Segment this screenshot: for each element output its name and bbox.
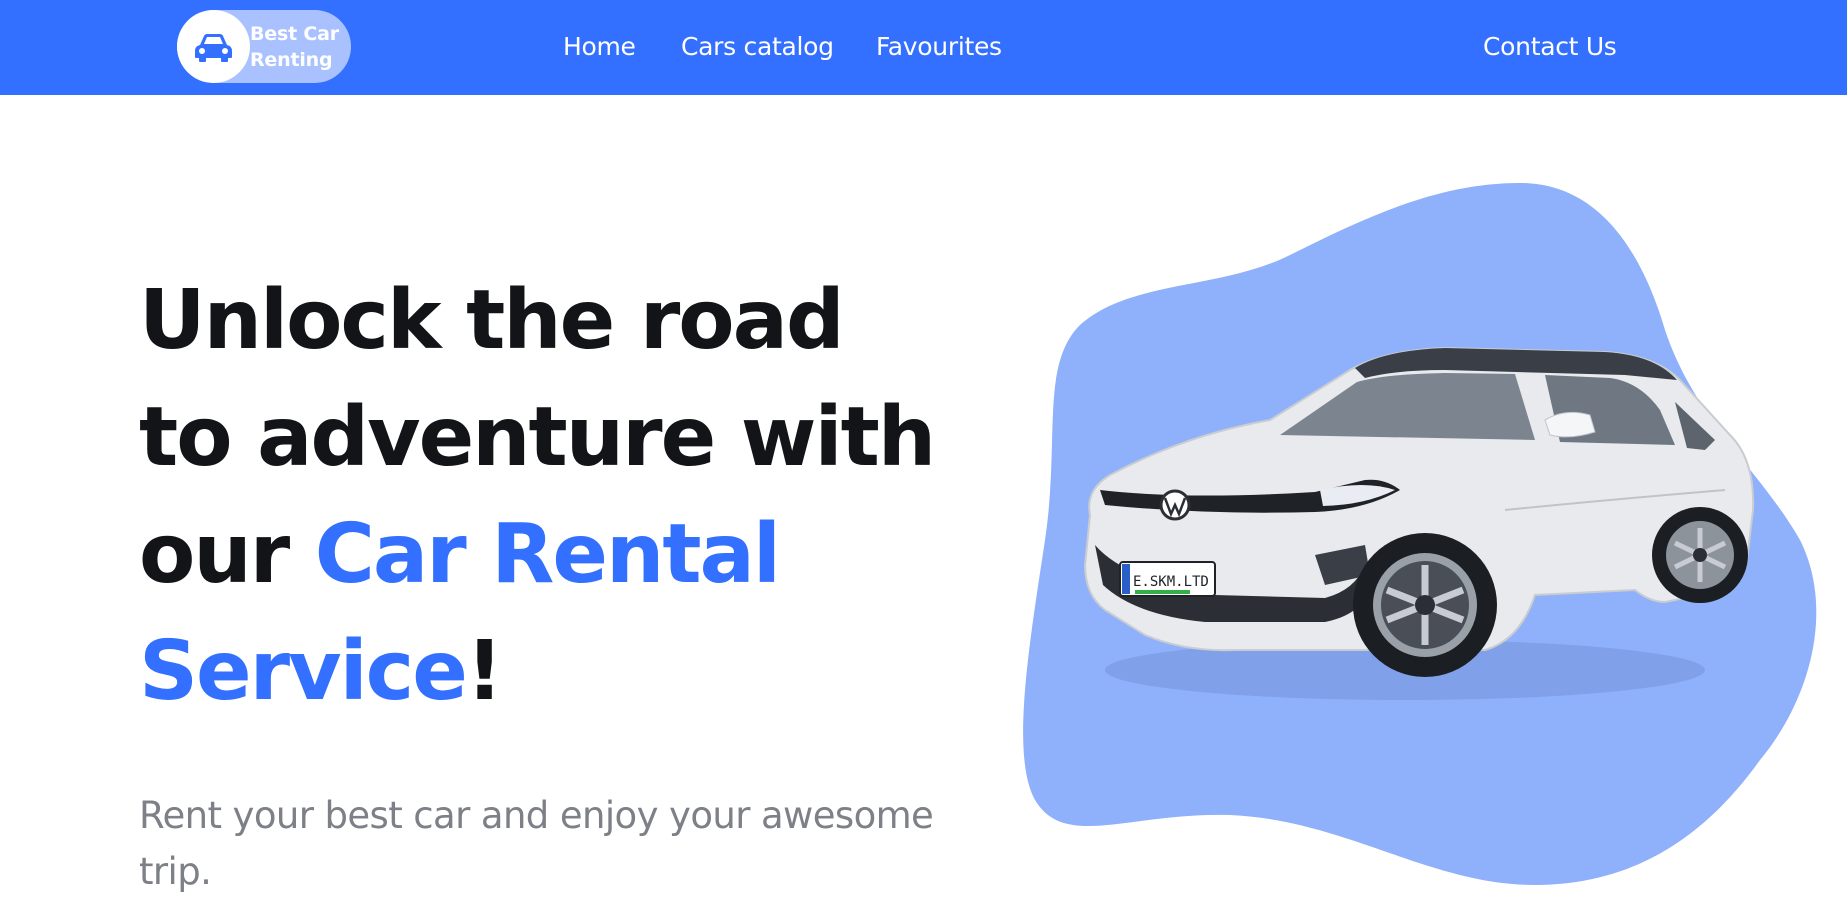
hero-title-accent-service: Service: [139, 624, 468, 719]
hero-title-line3-prefix: our: [139, 507, 315, 602]
hero-title-line3: our Car Rental: [139, 496, 939, 613]
hero-subtitle-line1: Rent your best car and enjoy your awesom…: [139, 794, 934, 837]
hero-title-line1: Unlock the road: [139, 273, 845, 368]
hero-subtitle: Rent your best car and enjoy your awesom…: [139, 788, 969, 900]
hero-subtitle-line2: trip.: [139, 850, 212, 893]
hero-title-line2: to adventure with: [139, 390, 936, 485]
hero-title-accent-car-rental: Car Rental: [314, 507, 781, 602]
hero-title: Unlock the road to adventure with our Ca…: [139, 262, 939, 730]
page: Best Car Renting Home Cars catalog Favou…: [0, 0, 1847, 921]
license-plate-text: E.SKM.LTD: [1133, 574, 1209, 590]
hero-title-line4: Service!: [139, 613, 939, 730]
hero-car-image: E.SKM.LTD: [1083, 346, 1755, 700]
hero-title-exclamation: !: [465, 624, 503, 719]
